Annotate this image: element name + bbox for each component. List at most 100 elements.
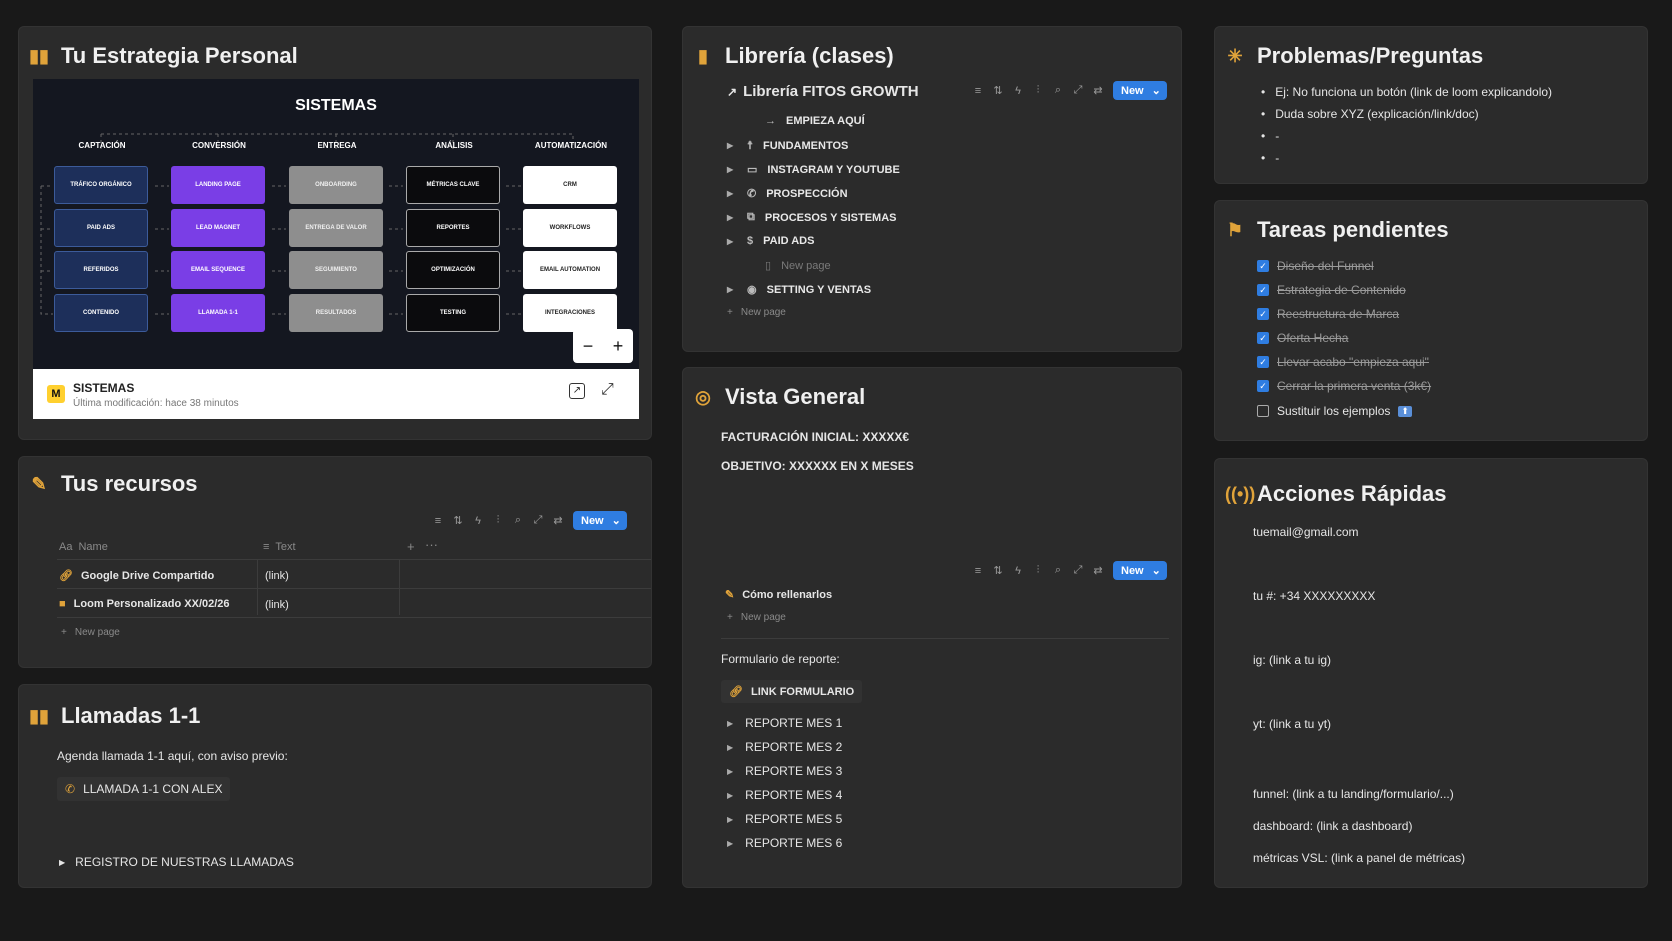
link-formulario-button[interactable]: 🔗︎ LINK FORMULARIO — [721, 680, 863, 703]
filter-icon[interactable]: ≡ — [973, 565, 983, 577]
diagram-node[interactable]: EMAIL AUTOMATION — [523, 251, 617, 289]
zoom-in-button[interactable]: + — [613, 336, 624, 357]
toggle-arrow-icon[interactable]: ▶ — [727, 719, 733, 728]
toggle-arrow-icon[interactable]: ▶ — [727, 839, 733, 848]
settings-icon[interactable]: ⇄ — [1093, 84, 1103, 97]
todo-item[interactable]: ✓ Oferta Hecha — [1257, 331, 1348, 345]
reporte-toggle[interactable]: ▶ REPORTE MES 1 — [727, 716, 842, 730]
diagram-footer-name[interactable]: SISTEMAS — [73, 381, 134, 395]
new-page-row[interactable]: + New page — [727, 307, 786, 318]
automation-icon[interactable]: ϟ — [1013, 85, 1023, 97]
yt-text[interactable]: yt: (link a tu yt) — [1253, 717, 1331, 731]
expand-icon[interactable]: ⤢ — [533, 514, 543, 527]
reporte-toggle[interactable]: ▶ REPORTE MES 5 — [727, 812, 842, 826]
toggle-arrow-icon[interactable]: ▶ — [727, 791, 733, 800]
llamada-button[interactable]: ✆ LLAMADA 1-1 CON ALEX — [57, 777, 231, 801]
metricas-text[interactable]: métricas VSL: (link a panel de métricas) — [1253, 851, 1465, 865]
reporte-toggle[interactable]: ▶ REPORTE MES 4 — [727, 788, 842, 802]
ig-text[interactable]: ig: (link a tu ig) — [1253, 653, 1331, 667]
dashboard-text[interactable]: dashboard: (link a dashboard) — [1253, 819, 1412, 833]
todo-item[interactable]: Sustituir los ejemplos ⬆ — [1257, 404, 1412, 418]
new-page-row[interactable]: + New page — [61, 627, 120, 638]
toggle-arrow-icon[interactable]: ▶ — [727, 237, 737, 246]
chevron-down-icon[interactable]: ⌄ — [612, 514, 621, 527]
list-item[interactable]: ▶ $ PAID ADS — [727, 235, 814, 247]
new-button[interactable]: New ⌄ — [573, 511, 627, 530]
fullscreen-icon[interactable]: ⤢ — [601, 381, 614, 399]
chevron-down-icon[interactable]: ⌄ — [1152, 84, 1161, 97]
list-item[interactable]: ▶ ✆ PROSPECCIÓN — [727, 187, 848, 201]
search-icon[interactable]: ⌕ — [1053, 84, 1063, 97]
toggle-arrow-icon[interactable]: ▶ — [727, 165, 737, 174]
open-external-icon[interactable]: ↗ — [569, 383, 585, 399]
list-item[interactable]: ▶ ⧉ PROCESOS Y SISTEMAS — [727, 211, 897, 224]
todo-item[interactable]: ✓ Estrategia de Contenido — [1257, 283, 1406, 297]
new-button[interactable]: New ⌄ — [1113, 81, 1167, 100]
phone-text[interactable]: tu #: +34 XXXXXXXXX — [1253, 589, 1375, 603]
sort-icon[interactable]: ⇅ — [993, 564, 1003, 577]
reporte-toggle[interactable]: ▶ REPORTE MES 2 — [727, 740, 842, 754]
sort-icon[interactable]: ⇅ — [993, 84, 1003, 97]
row-text[interactable]: (link) — [265, 570, 289, 582]
checkbox-checked[interactable]: ✓ — [1257, 380, 1269, 392]
diagram-node[interactable]: LEAD MAGNET — [171, 209, 265, 247]
column-header-text[interactable]: ≡ Text — [263, 541, 296, 553]
toggle-arrow-icon[interactable]: ▶ — [59, 858, 65, 867]
checkbox-checked[interactable]: ✓ — [1257, 308, 1269, 320]
diagram-node[interactable]: ENTREGA DE VALOR — [289, 209, 383, 247]
systems-diagram[interactable]: SISTEMAS CAPTACIÓN CONVERSIÓN ENTREGA AN… — [33, 79, 639, 369]
list-item[interactable]: ▶ ▭ INSTAGRAM Y YOUTUBE — [727, 163, 900, 177]
settings-icon[interactable]: ⇄ — [553, 514, 563, 527]
email-text[interactable]: tuemail@gmail.com — [1253, 525, 1359, 539]
diagram-node[interactable]: WORKFLOWS — [523, 209, 617, 247]
funnel-text[interactable]: funnel: (link a tu landing/formulario/..… — [1253, 787, 1454, 801]
checkbox-checked[interactable]: ✓ — [1257, 356, 1269, 368]
diagram-node[interactable]: MÉTRICAS CLAVE — [406, 166, 500, 204]
sort-icon[interactable]: ⇅ — [453, 514, 463, 527]
diagram-node[interactable]: REPORTES — [406, 209, 500, 247]
toggle-arrow-icon[interactable]: ▶ — [727, 815, 733, 824]
checkbox-checked[interactable]: ✓ — [1257, 260, 1269, 272]
todo-item[interactable]: ✓ Reestructura de Marca — [1257, 307, 1399, 321]
diagram-node[interactable]: CONTENIDO — [54, 294, 148, 332]
list-item[interactable]: → EMPIEZA AQUÍ — [745, 115, 865, 127]
table-row[interactable]: 🔗︎ Google Drive Compartido — [59, 569, 214, 583]
toggle-arrow-icon[interactable]: ▶ — [727, 767, 733, 776]
diagram-node[interactable]: SEGUIMIENTO — [289, 251, 383, 289]
search-icon[interactable]: ⌕ — [1053, 564, 1063, 577]
add-column-icon[interactable]: + — [407, 539, 415, 554]
new-page-row[interactable]: ▯ New page — [745, 259, 831, 273]
diagram-node[interactable]: CRM — [523, 166, 617, 204]
diagram-node[interactable]: OPTIMIZACIÓN — [406, 251, 500, 289]
toggle-arrow-icon[interactable]: ▶ — [727, 141, 737, 150]
checkbox-checked[interactable]: ✓ — [1257, 332, 1269, 344]
reporte-toggle[interactable]: ▶ REPORTE MES 3 — [727, 764, 842, 778]
column-header-name[interactable]: Aa Name — [59, 541, 255, 553]
toggle-arrow-icon[interactable]: ▶ — [727, 743, 733, 752]
diagram-node[interactable]: RESULTADOS — [289, 294, 383, 332]
diagram-node[interactable]: INTEGRACIONES — [523, 294, 617, 332]
todo-item[interactable]: ✓ Diseño del Funnel — [1257, 259, 1374, 273]
diagram-node[interactable]: REFERIDOS — [54, 251, 148, 289]
diagram-node[interactable]: TESTING — [406, 294, 500, 332]
filter-icon[interactable]: ≡ — [973, 85, 983, 97]
diagram-node[interactable]: LLAMADA 1-1 — [171, 294, 265, 332]
automation-icon[interactable]: ϟ — [1013, 565, 1023, 577]
checkbox-unchecked[interactable] — [1257, 405, 1269, 417]
expand-icon[interactable]: ⤢ — [1073, 84, 1083, 97]
new-button[interactable]: New ⌄ — [1113, 561, 1167, 580]
diagram-node[interactable]: PAID ADS — [54, 209, 148, 247]
como-rellenarlos-item[interactable]: ✎ Cómo rellenarlos — [725, 588, 832, 602]
diagram-node[interactable]: LANDING PAGE — [171, 166, 265, 204]
group-icon[interactable]: ⫶ — [1033, 564, 1043, 577]
libreria-db-title[interactable]: ↗ Librería FITOS GROWTH — [727, 83, 919, 100]
settings-icon[interactable]: ⇄ — [1093, 564, 1103, 577]
toggle-arrow-icon[interactable]: ▶ — [727, 285, 737, 294]
diagram-node[interactable]: TRÁFICO ORGÁNICO — [54, 166, 148, 204]
filter-icon[interactable]: ≡ — [433, 515, 443, 527]
todo-item[interactable]: ✓ Llevar acabo "empieza aqui" — [1257, 355, 1429, 369]
automation-icon[interactable]: ϟ — [473, 515, 483, 527]
row-text[interactable]: (link) — [265, 599, 289, 611]
expand-icon[interactable]: ⤢ — [1073, 564, 1083, 577]
list-item[interactable]: ▶ ◉ SETTING Y VENTAS — [727, 283, 871, 297]
